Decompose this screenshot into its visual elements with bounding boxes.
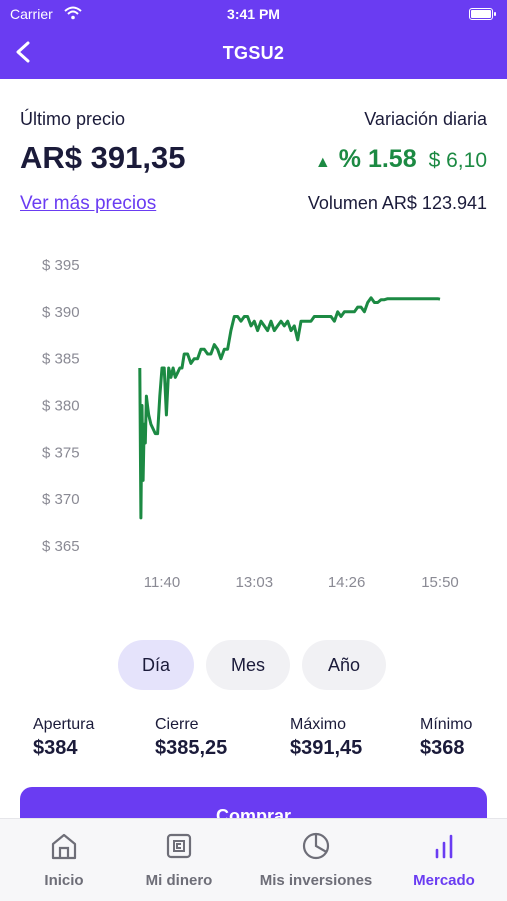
tabbar-label: Mercado: [413, 872, 475, 889]
tab-year[interactable]: Año: [302, 640, 386, 690]
stat-max: Máximo $391,45: [290, 716, 362, 760]
y-tick-label: $ 380: [42, 398, 80, 415]
stat-label: Apertura: [33, 716, 95, 733]
bottom-tab-bar: Inicio Mi dinero Mis inversiones Mercado: [0, 818, 507, 901]
stat-open: Apertura $384: [33, 716, 94, 760]
page-title: TGSU2: [222, 43, 285, 63]
tabbar-label: Mi dinero: [145, 872, 213, 889]
price-series-line: [138, 296, 441, 520]
stat-value: $385,25: [155, 737, 228, 759]
x-tick-label: 11:40: [144, 574, 180, 591]
more-prices-link[interactable]: Ver más precios: [20, 193, 156, 215]
x-tick-label: 13:03: [236, 574, 274, 591]
arrow-up-icon: ▲: [314, 154, 331, 171]
variation-amount: $ 6,10: [428, 149, 487, 172]
price-stats: Apertura $384 Cierre $385,25 Máximo $391…: [0, 716, 507, 766]
tabbar-item-mi-dinero[interactable]: Mi dinero: [138, 831, 220, 889]
tabbar-label: Inicio: [44, 872, 84, 889]
y-tick-label: $ 385: [42, 351, 80, 368]
status-bar: Carrier 3:41 PM: [10, 6, 497, 24]
stat-value: $368: [420, 737, 465, 759]
y-tick-label: $ 370: [42, 491, 80, 508]
tabbar-item-mercado[interactable]: Mercado: [410, 831, 478, 889]
tab-month[interactable]: Mes: [206, 640, 290, 690]
battery-icon: [469, 8, 496, 20]
stat-min: Mínimo $368: [420, 716, 472, 760]
y-tick-label: $ 365: [42, 538, 80, 555]
stat-label: Mínimo: [420, 716, 473, 733]
tab-day[interactable]: Día: [118, 640, 194, 690]
home-icon: [51, 833, 77, 860]
y-tick-label: $ 390: [42, 304, 80, 321]
y-tick-label: $ 375: [42, 444, 80, 461]
wallet-icon: [166, 833, 192, 859]
stat-value: $384: [33, 737, 78, 759]
period-tabs: Día Mes Año: [118, 640, 398, 690]
tabbar-item-inicio[interactable]: Inicio: [34, 831, 94, 889]
x-tick-label: 14:26: [328, 574, 366, 591]
pie-chart-icon: [302, 832, 330, 860]
stat-label: Cierre: [155, 716, 199, 733]
daily-variation-label: Variación diaria: [364, 109, 487, 129]
y-tick-label: $ 395: [42, 257, 80, 274]
stat-value: $391,45: [290, 737, 363, 759]
last-price: AR$ 391,35: [20, 140, 186, 175]
bar-chart-icon: [435, 834, 453, 859]
variation-percent: % 1.58: [338, 145, 417, 173]
volume-label: Volumen AR$ 123.941: [307, 193, 487, 213]
x-tick-label: 15:50: [421, 574, 459, 591]
app-header: Carrier 3:41 PM TGSU2: [0, 0, 507, 79]
tabbar-item-mis-inversiones[interactable]: Mis inversiones: [258, 831, 374, 889]
tabbar-label: Mis inversiones: [259, 872, 373, 889]
price-chart: $ 395 $ 390 $ 385 $ 380 $ 375 $ 370 $ 365 11:40…: [42, 257, 459, 591]
stat-close: Cierre $385,25: [155, 716, 227, 760]
stat-label: Máximo: [290, 716, 347, 733]
daily-variation: ▲ % 1.58 $ 6,10: [315, 145, 487, 174]
last-price-label: Último precio: [20, 109, 126, 129]
status-time: 3:41 PM: [227, 6, 280, 22]
